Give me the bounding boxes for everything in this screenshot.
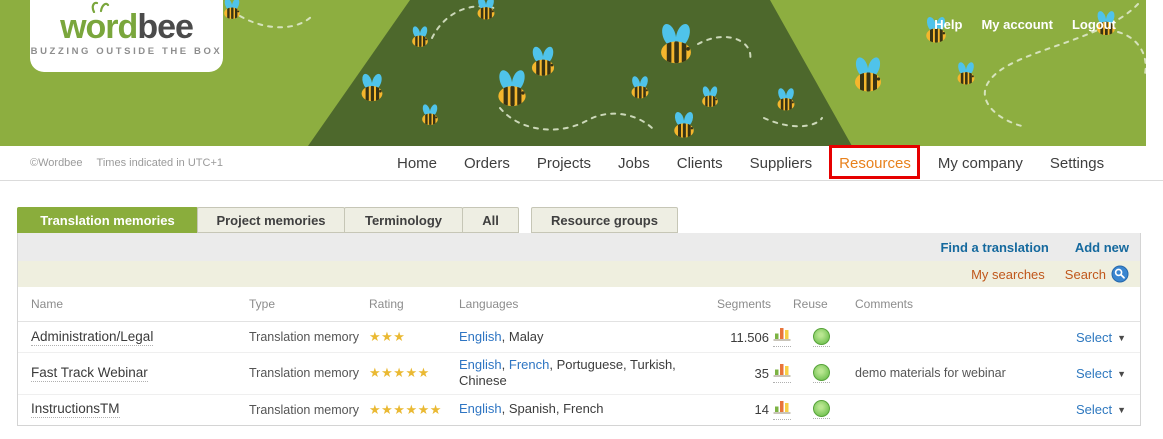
languages-cell: English, Malay	[459, 325, 717, 349]
tab-translation-memories[interactable]: Translation memories	[17, 207, 198, 233]
logo-word: word	[60, 8, 137, 46]
tab-resource-groups[interactable]: Resource groups	[531, 207, 678, 233]
select-dropdown[interactable]: Select ▼	[1045, 330, 1140, 345]
resource-type: Translation memory	[249, 330, 369, 344]
logo-antennae-icon	[88, 1, 110, 13]
select-label: Select	[1076, 402, 1112, 417]
segments-count: 35	[717, 366, 769, 381]
logo-bee: bee	[137, 8, 193, 46]
statistics-chart-icon[interactable]	[773, 327, 791, 342]
col-header-type[interactable]: Type	[249, 297, 369, 311]
banner: wordbee BUZZING OUTSIDE THE BOX Help My a…	[0, 0, 1146, 146]
rating-stars: ★★★	[369, 329, 459, 345]
search-icon[interactable]	[1111, 265, 1129, 283]
tab-project-memories[interactable]: Project memories	[197, 207, 345, 233]
table-body: Administration/LegalTranslation memory★★…	[18, 322, 1140, 425]
top-link-my-account[interactable]: My account	[981, 17, 1053, 32]
language-link[interactable]: French	[509, 357, 549, 372]
translation-memories-panel: Find a translation Add new My searches S…	[17, 233, 1141, 426]
search-link[interactable]: Search	[1065, 265, 1129, 283]
col-header-reuse[interactable]: Reuse	[769, 297, 855, 311]
nav-item-jobs[interactable]: Jobs	[618, 155, 650, 172]
reuse-indicator[interactable]	[813, 328, 830, 347]
statistics-chart-icon[interactable]	[773, 400, 791, 415]
search-label: Search	[1065, 267, 1106, 282]
wordbee-logo[interactable]: wordbee BUZZING OUTSIDE THE BOX	[30, 0, 223, 72]
tab-all[interactable]: All	[462, 207, 519, 233]
nav-item-clients[interactable]: Clients	[677, 155, 723, 172]
nav-item-resources[interactable]: Resources	[839, 155, 911, 172]
segments-count: 14	[717, 402, 769, 417]
languages-cell: English, Spanish, French	[459, 397, 717, 421]
select-label: Select	[1076, 330, 1112, 345]
tab-terminology[interactable]: Terminology	[344, 207, 463, 233]
col-header-name[interactable]: Name	[31, 297, 249, 311]
chevron-down-icon: ▼	[1117, 333, 1126, 343]
reuse-green-dot-icon	[813, 400, 830, 417]
table-row: InstructionsTM Translation memory★★★★★★En…	[18, 395, 1140, 425]
reuse-indicator[interactable]	[813, 400, 830, 419]
resource-name-link[interactable]: Fast Track Webinar	[31, 365, 148, 382]
nav-item-projects[interactable]: Projects	[537, 155, 591, 172]
top-link-help[interactable]: Help	[934, 17, 962, 32]
resources-section: Translation memoriesProject memoriesTerm…	[17, 207, 1141, 426]
nav-items: Home Orders Projects Jobs Clients Suppliers Re…	[397, 146, 1104, 180]
select-dropdown[interactable]: Select ▼	[1045, 402, 1140, 417]
statistics-chart-icon[interactable]	[773, 363, 791, 378]
chevron-down-icon: ▼	[1117, 369, 1126, 379]
col-header-comments[interactable]: Comments	[855, 297, 1045, 311]
main-navbar: ©Wordbee Times indicated in UTC+1 Home Or…	[0, 146, 1163, 181]
resource-type: Translation memory	[249, 403, 369, 417]
col-header-segments[interactable]: Segments	[717, 297, 769, 311]
comments-text: demo materials for webinar	[855, 366, 1045, 380]
languages-cell: English, French, Portuguese, Turkish, Ch…	[459, 353, 717, 394]
copyright-text: ©Wordbee	[30, 157, 83, 169]
timezone-note: Times indicated in UTC+1	[97, 157, 223, 169]
nav-item-settings[interactable]: Settings	[1050, 155, 1104, 172]
statistics-icon-cell[interactable]	[773, 363, 791, 383]
table-header: Name Type Rating Languages Segments Reus…	[18, 287, 1140, 322]
reuse-indicator[interactable]	[813, 364, 830, 383]
rating-stars: ★★★★★	[369, 365, 459, 381]
select-label: Select	[1076, 366, 1112, 381]
find-a-translation-link[interactable]: Find a translation	[940, 240, 1048, 255]
resource-name-link[interactable]: Administration/Legal	[31, 329, 153, 346]
tab-spacer	[518, 207, 531, 233]
nav-note: ©Wordbee Times indicated in UTC+1	[30, 146, 223, 180]
top-link-logout[interactable]: Logout	[1072, 17, 1116, 32]
language-text: , Malay	[502, 329, 544, 344]
nav-item-orders[interactable]: Orders	[464, 155, 510, 172]
resource-type: Translation memory	[249, 366, 369, 380]
language-text: , Spanish, French	[502, 401, 604, 416]
resource-tabs: Translation memoriesProject memoriesTerm…	[17, 207, 1141, 233]
statistics-icon-cell[interactable]	[773, 327, 791, 347]
rating-stars: ★★★★★★	[369, 402, 459, 418]
language-link[interactable]: English	[459, 401, 502, 416]
reuse-green-dot-icon	[813, 328, 830, 345]
select-dropdown[interactable]: Select ▼	[1045, 366, 1140, 381]
segments-count: 11.506	[717, 330, 769, 345]
logo-text: wordbee	[30, 9, 223, 45]
search-bar: My searches Search	[18, 261, 1140, 287]
statistics-icon-cell[interactable]	[773, 400, 791, 420]
table-row: Administration/Legal Translation memory★★…	[18, 322, 1140, 353]
actions-bar: Find a translation Add new	[18, 233, 1140, 261]
nav-item-home[interactable]: Home	[397, 155, 437, 172]
reuse-green-dot-icon	[813, 364, 830, 381]
chevron-down-icon: ▼	[1117, 405, 1126, 415]
language-link[interactable]: English	[459, 357, 502, 372]
language-link[interactable]: English	[459, 329, 502, 344]
top-links: Help My account Logout	[934, 17, 1116, 32]
col-header-rating[interactable]: Rating	[369, 297, 459, 311]
nav-item-suppliers[interactable]: Suppliers	[750, 155, 813, 172]
resource-name-link[interactable]: InstructionsTM	[31, 401, 120, 418]
add-new-link[interactable]: Add new	[1075, 240, 1129, 255]
logo-tagline: BUZZING OUTSIDE THE BOX	[30, 46, 223, 57]
table-row: Fast Track Webinar Translation memory★★★★…	[18, 353, 1140, 395]
my-searches-link[interactable]: My searches	[971, 267, 1045, 282]
col-header-languages[interactable]: Languages	[459, 297, 717, 311]
nav-item-my-company[interactable]: My company	[938, 155, 1023, 172]
language-text: ,	[502, 357, 509, 372]
